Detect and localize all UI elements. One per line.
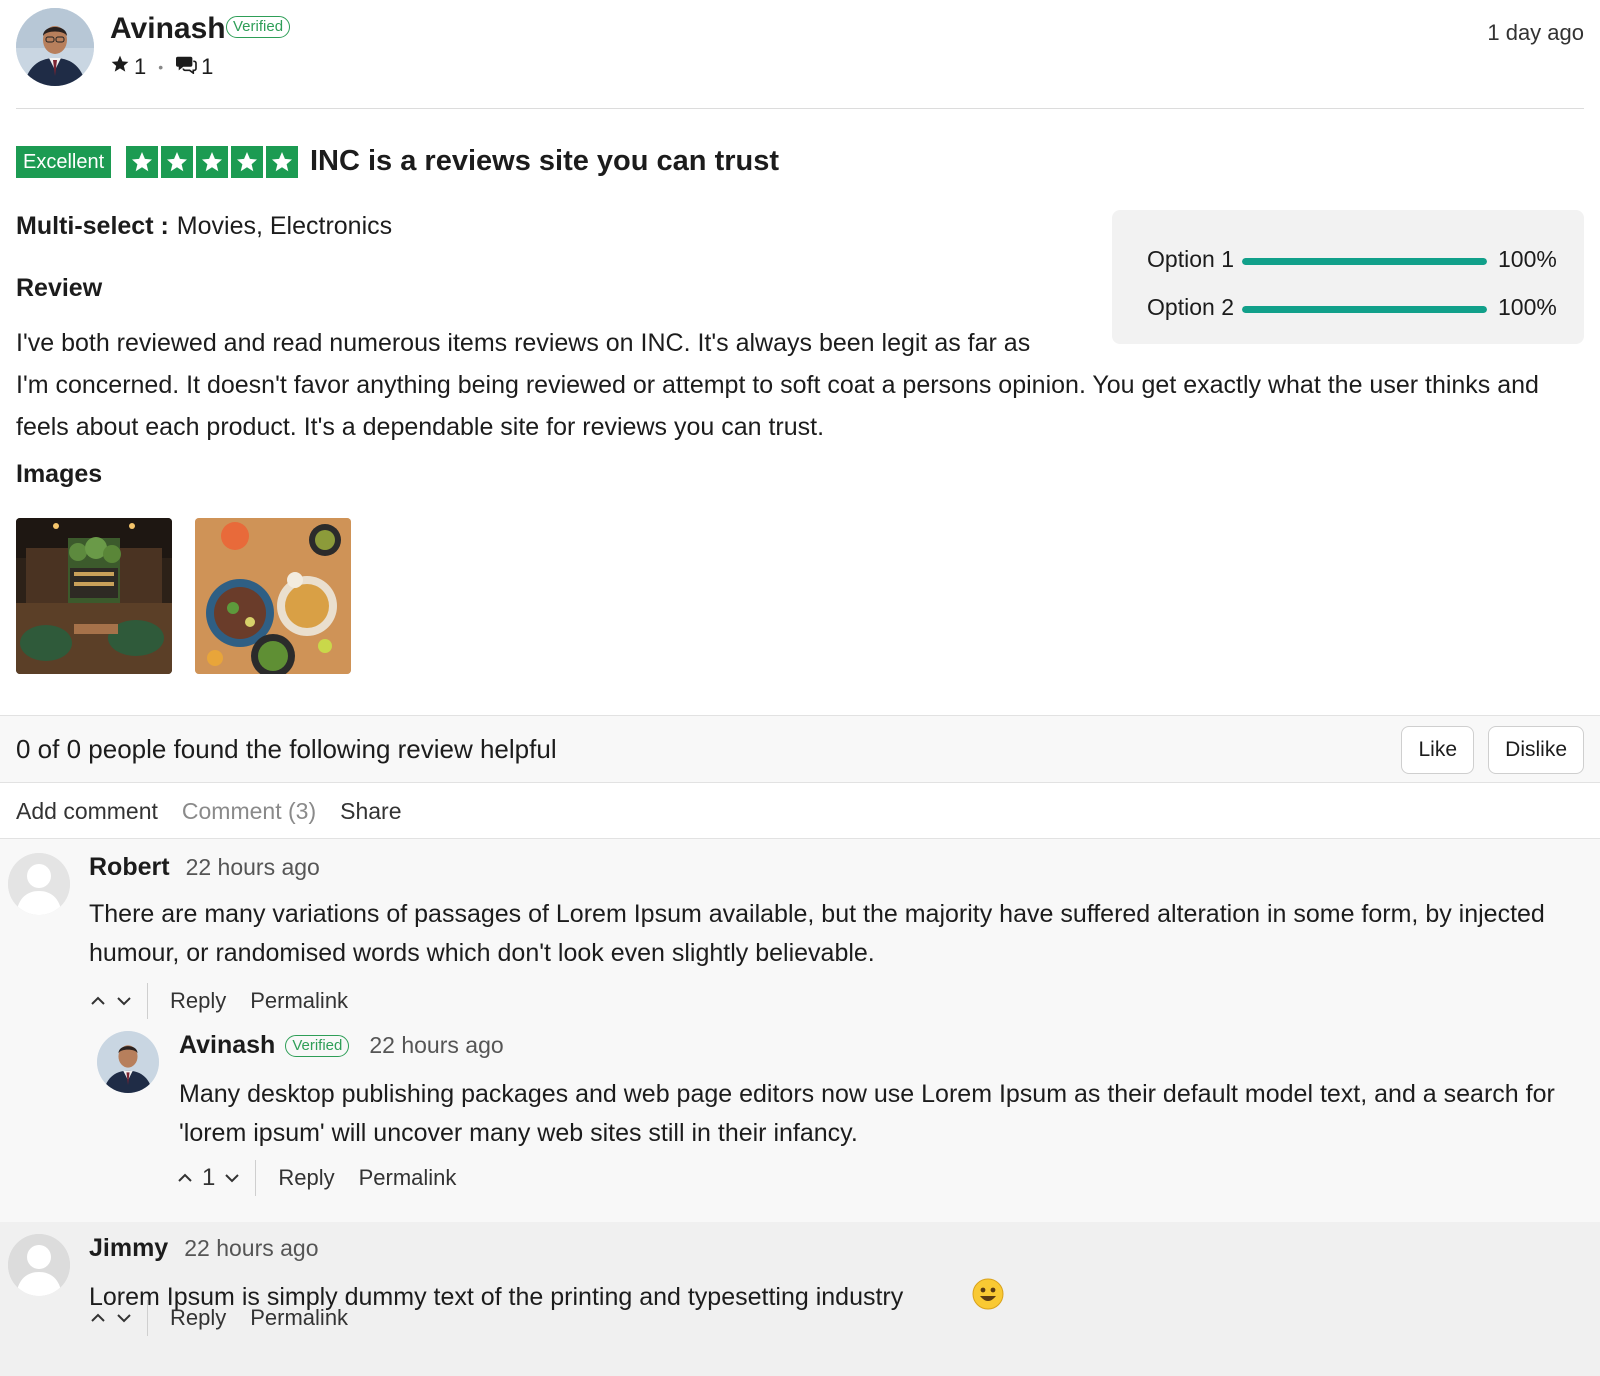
review-timestamp: 1 day ago [1487,20,1584,45]
stars-count: 1 [134,54,147,79]
chevron-down-icon[interactable] [223,1169,241,1187]
review-heading: Review [16,274,103,302]
avatar[interactable] [97,1031,159,1093]
star-icon [231,146,263,178]
comment-header: Jimmy 22 hours ago [89,1234,319,1263]
comment-time: 22 hours ago [185,854,320,880]
verified-badge: Verified [226,16,291,38]
comment-header: Robert 22 hours ago [89,853,320,882]
multi-select-value: Movies, Electronics [176,212,393,240]
star-icon [196,146,228,178]
tab-share[interactable]: Share [340,798,401,825]
option-progress-track [1242,306,1487,313]
avatar[interactable] [8,1234,70,1296]
rating-stars [126,146,298,178]
chevron-up-icon[interactable] [176,1169,194,1187]
comment-item: Jimmy 22 hours ago Lorem Ipsum is simply… [0,1222,1600,1376]
star-icon [110,54,130,80]
star-icon [126,146,158,178]
option-row: Option 2 100% [1112,294,1584,324]
review-body: I've both reviewed and read numerous ite… [16,322,1576,448]
option-label: Option 1 [1147,246,1234,272]
comment-actions: 1 Reply Permalink [176,1160,480,1196]
author-name[interactable]: Avinash [110,12,226,46]
comment-thread: Robert 22 hours ago There are many varia… [0,838,1600,1222]
like-button[interactable]: Like [1401,726,1474,774]
author-avatar[interactable] [16,8,94,86]
chevron-down-icon[interactable] [115,992,133,1010]
comment-author[interactable]: Jimmy [89,1234,168,1263]
verified-badge: Verified [285,1034,350,1057]
comment-actions: Reply Permalink [89,983,372,1019]
comments-count: 1 [201,54,214,79]
reply-link[interactable]: Reply [170,988,226,1014]
permalink-link[interactable]: Permalink [250,988,348,1014]
chevron-up-icon[interactable] [89,992,107,1010]
helpful-text: 0 of 0 people found the following review… [16,734,557,764]
vote-controls: 1 [176,1160,257,1196]
comment-icon [175,54,197,80]
option-progress-fill [1242,258,1487,265]
chevron-up-icon[interactable] [89,1309,107,1327]
helpful-bar: 0 of 0 people found the following review… [0,715,1600,783]
comment-text: There are many variations of passages of… [89,900,1545,967]
comment-actions-row: Reply Permalink [89,1300,372,1336]
separator-dot: • [158,59,164,75]
review-image-restaurant[interactable] [16,518,172,674]
star-icon [266,146,298,178]
tab-add-comment[interactable]: Add comment [16,798,158,825]
option-row: Option 1 100% [1112,246,1584,276]
permalink-link[interactable]: Permalink [250,1305,348,1331]
multi-select-row: Multi-select : Movies, Electronics [16,212,392,241]
option-percent: 100% [1498,294,1557,320]
smiley-emoji-icon: 😀 [915,1277,945,1307]
option-progress-track [1242,258,1487,265]
dislike-button[interactable]: Dislike [1488,726,1584,774]
comment-text: Many desktop publishing packages and web… [179,1080,1555,1147]
comment-time: 22 hours ago [184,1235,319,1261]
option-label: Option 2 [1147,294,1234,320]
comment-author[interactable]: Robert [89,853,170,882]
vote-count: 1 [202,1164,216,1191]
tab-comment[interactable]: Comment (3) [182,798,316,825]
vote-controls [89,983,148,1019]
comment-author[interactable]: Avinash [179,1031,275,1060]
vote-controls [89,1300,148,1336]
multi-select-label: Multi-select : [16,212,169,240]
option-progress-fill [1242,306,1487,313]
comment-tabs: Add comment Comment (3) Share [16,798,401,825]
reply-link[interactable]: Reply [170,1305,226,1331]
avatar[interactable] [8,853,70,915]
comment-header: Avinash Verified 22 hours ago [179,1031,504,1060]
images-heading: Images [16,460,103,488]
permalink-link[interactable]: Permalink [359,1165,457,1191]
option-percent: 100% [1498,246,1557,272]
rating-label-badge: Excellent [16,146,112,178]
header-divider [16,108,1584,109]
reply-link[interactable]: Reply [278,1165,334,1191]
review-image-food[interactable] [195,518,351,674]
comment-time: 22 hours ago [369,1032,504,1058]
review-title: INC is a reviews site you can trust [310,145,780,177]
smiley-emoji-graphic [972,1278,1004,1310]
author-stats: 1 • 1 [110,54,213,80]
star-icon [161,146,193,178]
chevron-down-icon[interactable] [115,1309,133,1327]
